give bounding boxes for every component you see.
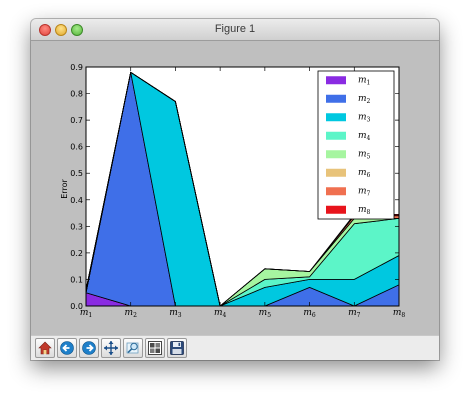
y-tick-label: 0.1 bbox=[70, 275, 83, 284]
x-tick-label: m1 bbox=[80, 308, 92, 319]
y-tick-label: 0.9 bbox=[70, 63, 83, 72]
home-button[interactable] bbox=[35, 338, 55, 358]
window-title: Figure 1 bbox=[214, 23, 256, 35]
legend-swatch-m3 bbox=[326, 113, 346, 122]
zoom-button[interactable] bbox=[123, 338, 143, 358]
legend-swatch-m5 bbox=[326, 150, 346, 159]
home-icon bbox=[38, 341, 52, 355]
subplots-icon bbox=[148, 341, 162, 355]
legend-box bbox=[317, 70, 395, 220]
legend-swatch-m1 bbox=[326, 76, 346, 85]
stacked-area-chart: Error 0.00.10.20.30.40.50.60.70.80.9m1 m2… bbox=[60, 63, 406, 319]
figure-window: Figure 1 Error 0.0 0.1 0.2 0.3 0.4 0.5 0.6 0.7 0… bbox=[31, 19, 439, 360]
legend-swatch-m6 bbox=[326, 168, 346, 177]
zoom-icon bbox=[126, 342, 139, 354]
y-tick-label: 0.8 bbox=[70, 90, 83, 99]
navigation-toolbar bbox=[31, 335, 439, 360]
forward-button[interactable] bbox=[79, 338, 99, 358]
y-tick-label: 0.3 bbox=[70, 222, 83, 231]
x-tick-label: m8 bbox=[393, 308, 406, 319]
legend-swatch-m8 bbox=[326, 205, 346, 214]
forward-arrow-icon bbox=[82, 341, 96, 355]
figure-canvas[interactable]: Error 0.0 0.1 0.2 0.3 0.4 0.5 0.6 0.7 0.8 0.9 m1 m2… bbox=[31, 41, 439, 335]
back-button[interactable] bbox=[57, 338, 77, 358]
legend-swatch-m2 bbox=[326, 94, 346, 103]
y-tick-label: 0.6 bbox=[70, 143, 83, 152]
y-tick-label: 0.7 bbox=[70, 116, 83, 125]
legend-swatch-m7 bbox=[326, 187, 346, 196]
x-tick-label: m5 bbox=[259, 308, 272, 319]
x-tick-label: m4 bbox=[214, 308, 227, 319]
pan-button[interactable] bbox=[101, 338, 121, 358]
x-tick-label: m6 bbox=[303, 308, 316, 319]
title-bar[interactable]: Figure 1 bbox=[31, 19, 439, 41]
y-tick-label: 0.4 bbox=[70, 196, 83, 205]
save-button[interactable] bbox=[167, 338, 187, 358]
y-axis-label: Error bbox=[60, 179, 69, 199]
pan-arrows-icon bbox=[104, 341, 118, 355]
subplots-button[interactable] bbox=[145, 338, 165, 358]
back-arrow-icon bbox=[60, 341, 74, 355]
x-tick-label: m3 bbox=[169, 308, 182, 319]
y-tick-label: 0.2 bbox=[70, 249, 83, 258]
legend-swatch-m4 bbox=[326, 131, 346, 140]
y-tick-label: 0.5 bbox=[70, 169, 83, 178]
floppy-disk-icon bbox=[170, 341, 184, 355]
x-tick-label: m7 bbox=[348, 308, 361, 319]
x-tick-label: m2 bbox=[125, 308, 138, 319]
